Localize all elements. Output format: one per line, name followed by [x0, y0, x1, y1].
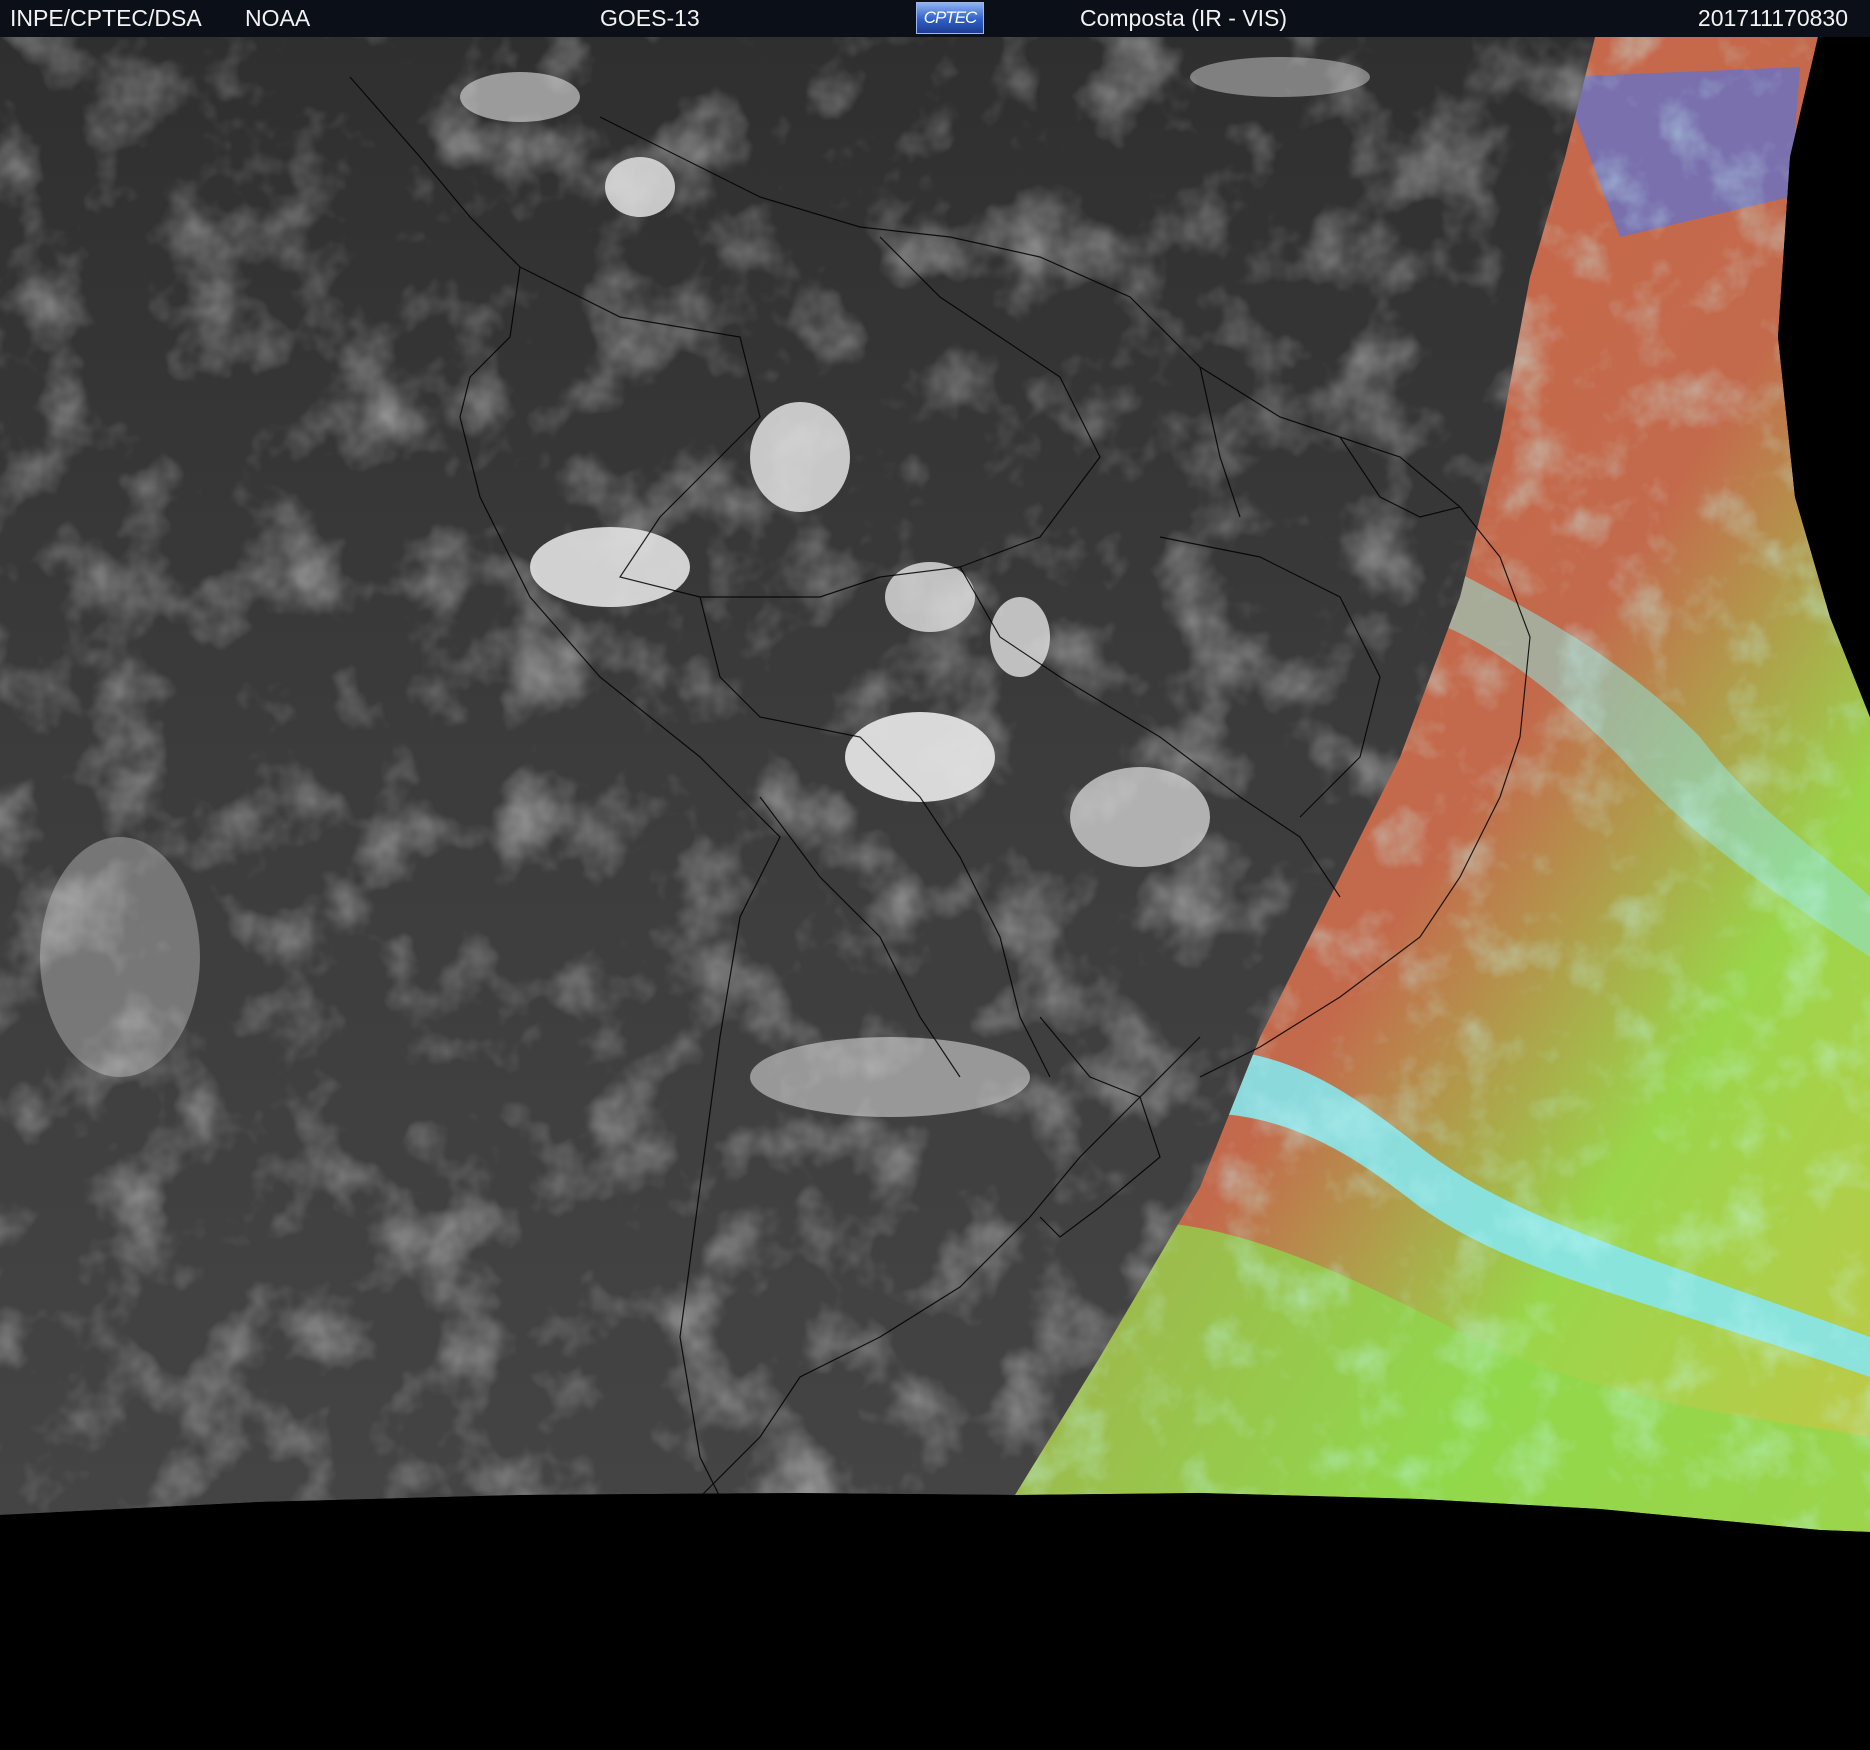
timestamp-label: 201711170830 [1697, 5, 1848, 31]
space-bottom [0, 1493, 1870, 1750]
cptec-logo-text: CPTEC [923, 8, 978, 27]
product-label: Composta (IR - VIS) [1080, 5, 1288, 31]
satellite-label: GOES-13 [600, 5, 700, 31]
cptec-logo: CPTEC [916, 2, 984, 34]
satellite-image [0, 37, 1870, 1750]
org-label: INPE/CPTEC/DSA [10, 5, 202, 31]
image-header: INPE/CPTEC/DSA NOAA GOES-13 CPTEC Compos… [0, 0, 1870, 37]
agency-label: NOAA [245, 5, 311, 31]
satellite-map-svg [0, 37, 1870, 1750]
